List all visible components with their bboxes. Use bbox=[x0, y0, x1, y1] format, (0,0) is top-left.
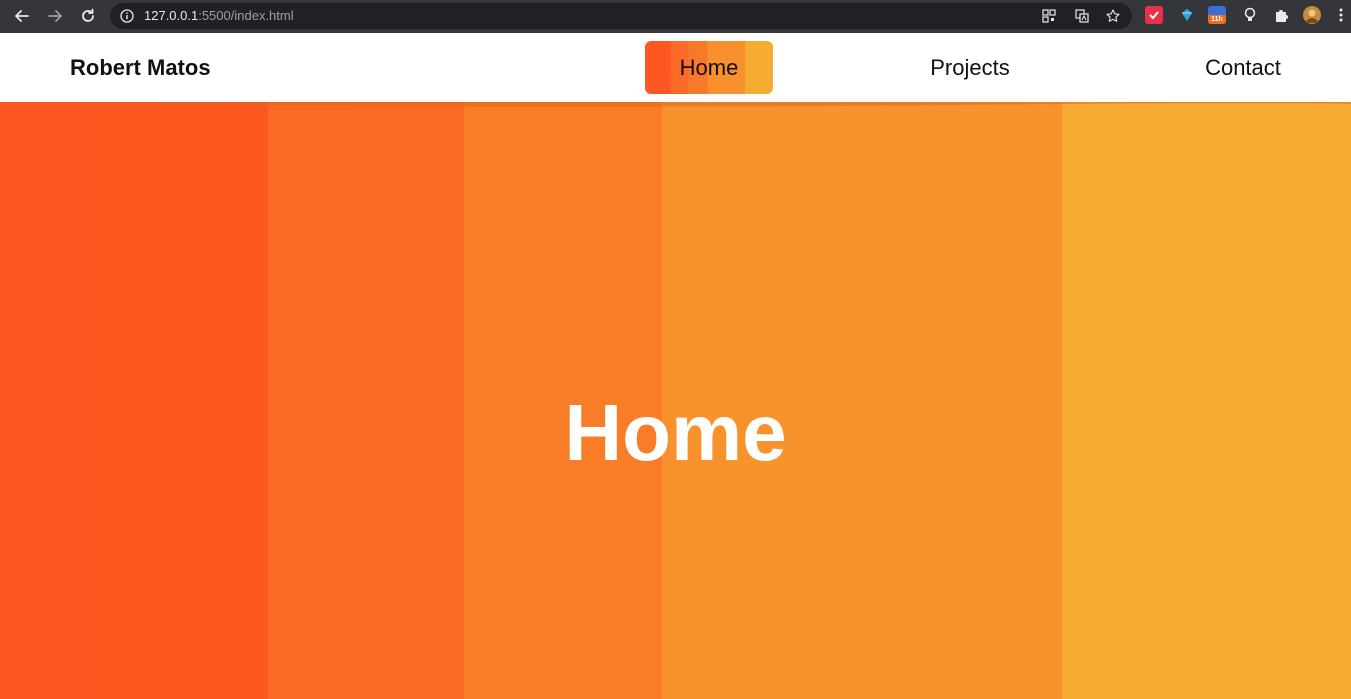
puzzle-extension-icon[interactable] bbox=[1272, 6, 1290, 24]
bookmark-star-icon[interactable] bbox=[1106, 9, 1120, 23]
kebab-menu-icon[interactable] bbox=[1338, 6, 1344, 24]
calendar-badge: 11h bbox=[1208, 15, 1226, 24]
brand-name[interactable]: Robert Matos bbox=[70, 55, 211, 81]
forward-arrow-icon bbox=[48, 10, 62, 22]
nav-link-contact[interactable]: Contact bbox=[1185, 41, 1301, 94]
translate-icon[interactable] bbox=[1075, 9, 1089, 23]
reload-button[interactable] bbox=[78, 6, 98, 26]
qr-code-icon[interactable] bbox=[1042, 9, 1056, 23]
hero-title: Home bbox=[564, 388, 787, 477]
calendar-extension-icon[interactable]: 11h bbox=[1208, 6, 1226, 24]
back-arrow-icon bbox=[15, 10, 29, 22]
url-host: 127.0.0.1 bbox=[144, 8, 199, 23]
info-icon[interactable] bbox=[120, 9, 134, 23]
avatar[interactable] bbox=[1303, 6, 1321, 24]
browser-toolbar: 127.0.0.1:5500/index.html 11h bbox=[0, 0, 1351, 33]
url-text[interactable]: 127.0.0.1:5500/index.html bbox=[144, 3, 294, 29]
todo-extension-icon[interactable] bbox=[1145, 6, 1163, 24]
nav-link-projects[interactable]: Projects bbox=[910, 41, 1030, 94]
bulb-extension-icon[interactable] bbox=[1241, 6, 1259, 24]
address-bar[interactable]: 127.0.0.1:5500/index.html bbox=[110, 3, 1132, 29]
forward-button[interactable] bbox=[45, 6, 65, 26]
reload-icon bbox=[82, 8, 94, 22]
url-path: :5500/index.html bbox=[198, 8, 294, 23]
back-button[interactable] bbox=[12, 6, 32, 26]
hero-section: Home bbox=[0, 102, 1351, 699]
site-header: Robert Matos Home Projects Contact bbox=[0, 33, 1351, 102]
nav-link-home[interactable]: Home bbox=[645, 41, 773, 94]
gem-extension-icon[interactable] bbox=[1178, 6, 1196, 24]
hero-wave-edge bbox=[0, 102, 1351, 107]
